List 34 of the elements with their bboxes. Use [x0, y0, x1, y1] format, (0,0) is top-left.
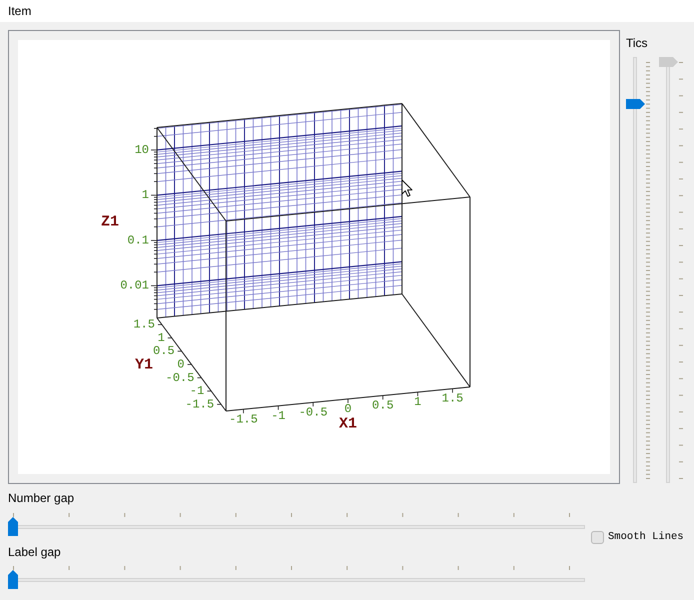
slider-thumb[interactable] [8, 570, 18, 589]
tick-label: 1 [142, 188, 149, 202]
tick-label: 0.5 [372, 398, 394, 413]
tics-label: Tics [626, 36, 648, 50]
tick-label: -1 [190, 384, 204, 398]
tick-label: 0 [177, 358, 184, 372]
tick-label: 0.5 [153, 344, 175, 358]
tick-label: 0.01 [120, 278, 149, 293]
tick-label: 0.1 [127, 233, 149, 248]
number-gap-label: Number gap [8, 491, 74, 506]
horizontal-slider[interactable] [8, 570, 585, 590]
axis-title: X1 [339, 416, 357, 432]
tick-label: 0 [344, 402, 352, 416]
checkbox-label[interactable]: Smooth Lines [608, 530, 684, 544]
vertical-slider[interactable] [626, 57, 645, 483]
label-gap-label: Label gap [8, 545, 61, 560]
tick-label: 1 [414, 395, 422, 410]
pointer-cursor-icon [402, 180, 412, 197]
slider-thumb[interactable] [626, 98, 645, 109]
tick-label: 1.5 [133, 318, 155, 332]
checkbox[interactable] [591, 530, 604, 544]
tick-label: -0.5 [166, 370, 194, 385]
axis-title: Y1 [135, 356, 153, 374]
tick-label: 10 [134, 142, 149, 157]
tick-label: 1 [158, 330, 165, 345]
tick-label: -1 [271, 408, 286, 423]
tick-label: -0.5 [298, 405, 328, 420]
window-title: Item [8, 4, 32, 18]
horizontal-slider[interactable] [8, 517, 585, 537]
slider-thumb[interactable] [8, 517, 18, 536]
tick-label: -1.5 [229, 412, 258, 426]
axis-title: Z1 [101, 214, 119, 230]
tick-label: -1.5 [185, 397, 214, 412]
tick-label: 1.5 [442, 392, 464, 406]
